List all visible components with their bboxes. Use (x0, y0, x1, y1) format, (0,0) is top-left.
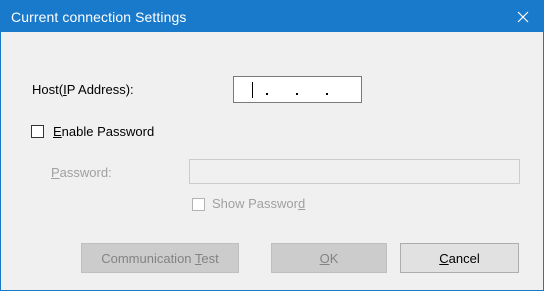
communication-test-button[interactable]: Communication Test (81, 243, 239, 273)
close-icon (517, 11, 529, 22)
enable-password-checkbox[interactable] (31, 125, 44, 138)
enable-password-label-accel: E (53, 124, 62, 139)
close-button[interactable] (503, 1, 543, 32)
host-ip-label-prefix: Host( (32, 82, 64, 97)
ok-button[interactable]: OK (271, 243, 387, 273)
text-caret (252, 82, 253, 98)
enable-password-label[interactable]: Enable Password (53, 124, 154, 139)
communication-test-label-main: Communication (101, 250, 195, 266)
ok-label-accel: O (319, 250, 330, 266)
cancel-label-rest: ancel (448, 250, 480, 266)
password-label: Password: (51, 165, 112, 180)
enable-password-label-rest: nable Password (61, 124, 155, 139)
ip-octet-separator (326, 93, 328, 95)
host-ip-label-suffix: P Address): (66, 82, 134, 97)
show-password-label-main: Show Passwor (212, 196, 298, 211)
communication-test-label-rest: est (201, 250, 219, 266)
password-label-accel: P (51, 165, 60, 180)
password-label-rest: assword: (59, 165, 112, 180)
connection-settings-dialog: Current connection Settings Host(IP Addr… (0, 0, 544, 291)
cancel-button[interactable]: Cancel (400, 243, 519, 273)
title-bar: Current connection Settings (1, 1, 543, 32)
ip-octet-separator (266, 93, 268, 95)
cancel-label-accel: C (439, 250, 449, 266)
host-ip-label: Host(IP Address): (32, 82, 134, 97)
password-input[interactable] (189, 159, 520, 184)
ok-label-rest: K (329, 250, 339, 266)
ip-octet-separator (296, 93, 298, 95)
show-password-label[interactable]: Show Password (212, 196, 305, 211)
show-password-label-accel: d (297, 196, 306, 211)
ip-address-input[interactable] (233, 76, 362, 103)
dialog-title: Current connection Settings (11, 9, 187, 25)
show-password-checkbox[interactable] (192, 198, 205, 211)
